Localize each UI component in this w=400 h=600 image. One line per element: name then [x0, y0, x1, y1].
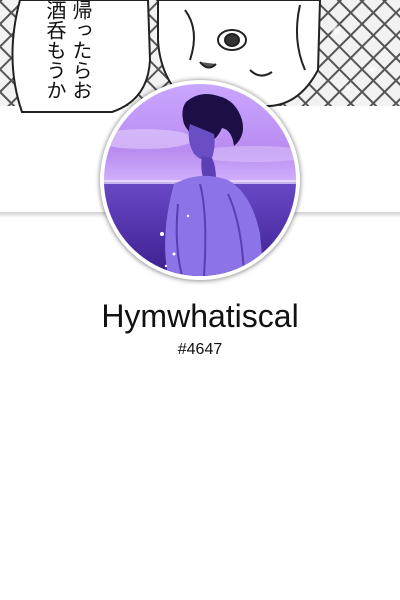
- avatar[interactable]: [104, 84, 296, 276]
- avatar-frame[interactable]: [100, 80, 300, 280]
- profile-card: 帰ったらお酒呑もうか Hymwhatiscal #4647: [0, 0, 400, 600]
- speech-bubble-text: 帰ったらお酒呑もうか: [34, 0, 128, 110]
- username: Hymwhatiscal: [101, 298, 299, 334]
- discriminator: #4647: [177, 341, 223, 358]
- speech-text: 帰ったらお酒呑もうか: [43, 0, 93, 100]
